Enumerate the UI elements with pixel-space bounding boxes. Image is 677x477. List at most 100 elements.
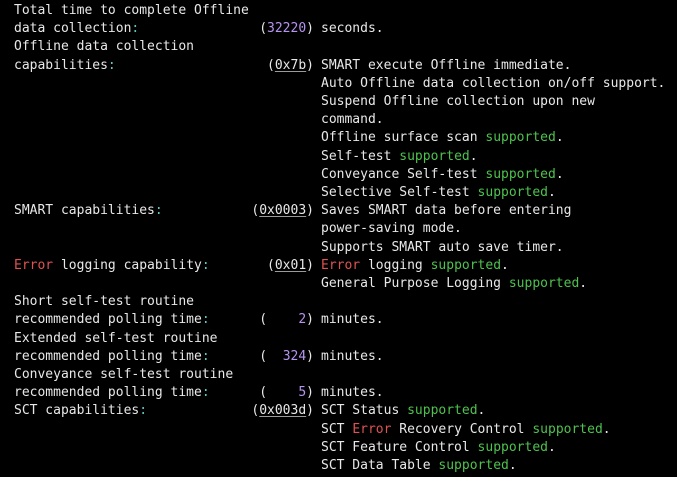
field-description: Supports SMART auto save timer. [321, 239, 564, 257]
text-segment: power-saving mode. [321, 221, 462, 237]
output-line: capabilities: (0x7b) SMART execute Offline… [0, 57, 677, 75]
field-value: (32220) [0, 20, 314, 38]
text-segment: minutes. [321, 348, 384, 364]
text-segment: Suspend Offline collection upon new [321, 94, 595, 109]
hex-value: 0x003d [259, 403, 307, 419]
output-line: power-saving mode. [0, 220, 677, 238]
text-segment: SCT Data Table [321, 458, 439, 473]
field-description: command. [321, 111, 384, 129]
output-line: recommended polling time:( 5) minutes. [0, 384, 677, 402]
text-segment: SCT [321, 421, 353, 437]
field-description: SMART execute Offline immediate. [321, 57, 571, 75]
text-segment: Extended self-test routine [14, 330, 218, 346]
text-segment: Conveyance Self-test [321, 166, 486, 182]
supported-text: supported [399, 148, 470, 164]
field-description: SCT Status supported. [321, 402, 485, 420]
field-value: ( 5) [0, 384, 314, 402]
field-description: SCT Error Recovery Control supported. [321, 421, 611, 439]
field-label: Total time to complete Offline [14, 2, 249, 20]
supported-text: supported [532, 421, 603, 437]
field-description: Auto Offline data collection on/off supp… [321, 75, 665, 93]
field-description: General Purpose Logging supported. [321, 275, 587, 293]
field-value: (0x0003) [0, 202, 314, 220]
hex-value: 0x7b [274, 57, 307, 73]
supported-text: supported [438, 458, 509, 473]
output-line: command. [0, 111, 677, 129]
text-segment: . [501, 257, 509, 273]
field-description: Self-test supported. [321, 148, 478, 166]
supported-text: supported [508, 276, 580, 291]
supported-text: supported [485, 130, 556, 146]
text-segment: Short self-test routine [14, 294, 195, 310]
field-description: Offline surface scan supported. [321, 129, 564, 147]
text-segment: . [602, 421, 611, 437]
output-line: Total time to complete Offline [0, 2, 677, 20]
text-segment: Recovery Control [391, 421, 533, 437]
text-segment: . [508, 458, 517, 473]
output-line: Self-test supported. [0, 148, 677, 166]
output-line: Conveyance Self-test supported. [0, 166, 677, 184]
field-value: (0x7b) [0, 57, 314, 75]
field-description: minutes. [321, 384, 384, 402]
supported-text: supported [430, 257, 502, 273]
field-description: Suspend Offline collection upon new [321, 93, 595, 111]
numeric-value: 2 [298, 312, 307, 328]
terminal-output: Total time to complete Offline data colle… [0, 0, 677, 477]
output-line: Error logging capability: (0x01) Error log… [0, 257, 677, 275]
text-segment: Selective Self-test [321, 185, 478, 200]
text-segment: ) [306, 21, 314, 37]
text-segment: ) [306, 203, 314, 219]
field-label: Extended self-test routine [14, 330, 218, 348]
text-segment: SCT Feature Control [321, 439, 478, 455]
text-segment: minutes. [321, 385, 384, 401]
text-segment: seconds. [321, 21, 384, 37]
supported-text: supported [477, 185, 548, 200]
output-line: General Purpose Logging supported. [0, 275, 677, 293]
text-segment: . [469, 148, 478, 164]
text-segment: Auto Offline data collection on/off supp… [321, 75, 666, 91]
output-line: recommended polling time:( 2) minutes. [0, 311, 677, 329]
text-segment: . [555, 166, 564, 182]
output-line: Short self-test routine [0, 293, 677, 311]
field-description: Selective Self-test supported. [321, 184, 556, 202]
output-line: Extended self-test routine [0, 330, 677, 348]
text-segment: . [548, 185, 556, 200]
field-description: seconds. [321, 20, 384, 38]
hex-value: 0x01 [274, 257, 307, 273]
output-line: Conveyance self-test routine [0, 366, 677, 384]
text-segment: minutes. [321, 312, 384, 328]
output-line: Auto Offline data collection on/off supp… [0, 75, 677, 93]
field-description: minutes. [321, 311, 384, 329]
output-line: SCT Data Table supported. [0, 457, 677, 475]
text-segment: ( [267, 57, 275, 73]
numeric-value: 324 [282, 348, 307, 364]
output-line: SCT Error Recovery Control supported. [0, 421, 677, 439]
error-text: Error [352, 421, 392, 437]
output-line: SMART capabilities: (0x0003) Saves SMART d… [0, 202, 677, 220]
field-description: Conveyance Self-test supported. [321, 166, 564, 184]
output-line: Selective Self-test supported. [0, 184, 677, 202]
output-line: recommended polling time:( 324) minutes. [0, 348, 677, 366]
field-description: Error logging supported. [321, 257, 509, 275]
text-segment: ) [306, 385, 314, 401]
output-line: SCT capabilities: (0x003d) SCT Status supp… [0, 402, 677, 420]
text-segment: ) [306, 348, 314, 364]
text-segment: ( [259, 312, 299, 328]
text-segment: ( [267, 257, 275, 273]
output-line: Supports SMART auto save timer. [0, 239, 677, 257]
output-line: Suspend Offline collection upon new [0, 93, 677, 111]
hex-value: 0x0003 [259, 203, 307, 219]
text-segment: General Purpose Logging [321, 276, 509, 291]
output-line: Offline surface scan supported. [0, 129, 677, 147]
error-text: Error [321, 257, 361, 273]
field-value: (0x01) [0, 257, 314, 275]
field-label: Offline data collection [14, 38, 194, 56]
field-description: power-saving mode. [321, 220, 462, 238]
text-segment: Offline data collection [14, 39, 195, 55]
output-line: SCT Feature Control supported. [0, 439, 677, 457]
field-value: ( 2) [0, 311, 314, 329]
text-segment: Supports SMART auto save timer. [321, 239, 564, 255]
field-label: Short self-test routine [14, 293, 194, 311]
supported-text: supported [485, 166, 556, 182]
text-segment: ) [306, 57, 314, 73]
